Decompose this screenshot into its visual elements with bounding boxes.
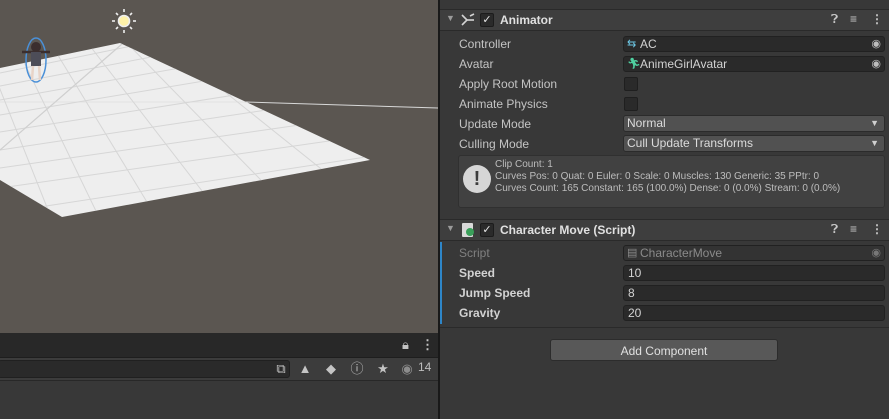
character-move-header[interactable]: ▼ ✓ Character Move (Script) ❓︎ ≡ ⋮: [440, 219, 889, 241]
favorite-icon[interactable]: ★: [374, 360, 392, 378]
presets-icon[interactable]: ≡: [850, 12, 857, 26]
scene-canvas[interactable]: [0, 0, 438, 333]
script-field: ▤ CharacterMove ◉: [623, 245, 885, 261]
warning-filter-icon[interactable]: ⓘ: [348, 360, 366, 378]
component-separator: [440, 327, 889, 328]
animate-physics-checkbox[interactable]: [624, 97, 638, 111]
culling-mode-value: Cull Update Transforms: [627, 136, 754, 150]
animate-physics-label: Animate Physics: [459, 97, 548, 111]
apply-root-motion-label: Apply Root Motion: [459, 77, 558, 91]
update-mode-label: Update Mode: [459, 117, 532, 131]
bottom-panel: 🔒︎ ⋮ ⧉ ▲ ◆ ⓘ ★ ◉ 14: [0, 333, 438, 419]
filter-row: ⧉ ▲ ◆ ⓘ ★ ◉: [0, 358, 438, 380]
controller-field[interactable]: ⇆ AC ◉: [623, 36, 885, 52]
bottom-content: [0, 381, 438, 419]
animator-icon: [461, 13, 475, 26]
bottom-toolbar: 🔒︎ ⋮: [0, 333, 438, 358]
controller-value: AC: [640, 37, 657, 51]
object-picker-icon[interactable]: ◉: [871, 37, 881, 51]
animator-header[interactable]: ▼ ✓ Animator ❓︎ ≡ ⋮: [440, 9, 889, 31]
jump-speed-field[interactable]: 8: [623, 285, 885, 301]
controller-label: Controller: [459, 37, 512, 51]
apply-root-motion-checkbox[interactable]: [624, 77, 638, 91]
object-picker-icon: ◉: [871, 247, 881, 259]
speed-field[interactable]: 10: [623, 265, 885, 281]
avatar-field[interactable]: 🏃︎ AnimeGirlAvatar ◉: [623, 56, 885, 72]
scene-horizon-line: [244, 101, 438, 109]
speed-label: Speed: [459, 266, 496, 280]
animator-info-box: ! Clip Count: 1 Curves Pos: 0 Quat: 0 Eu…: [458, 155, 885, 208]
directional-light-icon[interactable]: [112, 9, 136, 33]
add-component-button[interactable]: Add Component: [550, 339, 778, 361]
scene-view[interactable]: [0, 0, 438, 333]
component-menu-icon[interactable]: ⋮: [871, 12, 883, 26]
gravity-field[interactable]: 20: [623, 305, 885, 321]
culling-mode-label: Culling Mode: [459, 137, 530, 151]
script-icon: [462, 223, 474, 237]
animator-controller-icon: ⇆: [627, 38, 637, 50]
avatar-icon: 🏃︎: [627, 58, 641, 70]
animator-title: Animator: [500, 13, 553, 27]
gravity-label: Gravity: [459, 306, 501, 320]
lock-icon[interactable]: 🔒︎: [402, 337, 409, 353]
curves-count-text: Curves Count: 165 Constant: 165 (100.0%)…: [495, 183, 841, 194]
help-icon[interactable]: ❓︎: [831, 12, 838, 27]
component-menu-icon[interactable]: ⋮: [871, 222, 883, 236]
clip-count-text: Clip Count: 1: [495, 159, 553, 170]
avatar-label: Avatar: [459, 57, 494, 71]
update-mode-value: Normal: [627, 116, 666, 130]
info-icon: !: [463, 165, 491, 193]
avatar-value: AnimeGirlAvatar: [640, 57, 728, 71]
script-value: CharacterMove: [640, 246, 723, 260]
character-move-title: Character Move (Script): [500, 223, 636, 237]
search-input[interactable]: [0, 360, 290, 378]
more-icon[interactable]: ⋮: [421, 337, 434, 353]
script-label: Script: [459, 246, 490, 260]
visible-count: 14: [418, 360, 432, 374]
scene-search-icon[interactable]: ⧉: [272, 360, 290, 378]
foldout-arrow-icon[interactable]: ▼: [446, 223, 455, 233]
object-picker-icon[interactable]: ◉: [871, 57, 881, 71]
chevron-down-icon: ▼: [870, 118, 879, 128]
inspector-panel: ▼ ✓ Animator ❓︎ ≡ ⋮ Controller ⇆ AC ◉ Av…: [440, 0, 889, 419]
presets-icon[interactable]: ≡: [850, 222, 857, 236]
modified-indicator: [440, 242, 442, 324]
update-mode-dropdown[interactable]: Normal ▼: [623, 115, 885, 132]
jump-speed-label: Jump Speed: [459, 286, 531, 300]
chevron-down-icon: ▼: [870, 138, 879, 148]
type-filter-icon[interactable]: ▲: [296, 360, 314, 378]
ground-plane: [0, 43, 370, 217]
help-icon[interactable]: ❓︎: [831, 222, 838, 237]
curves-pos-text: Curves Pos: 0 Quat: 0 Euler: 0 Scale: 0 …: [495, 171, 820, 182]
animator-enabled-checkbox[interactable]: ✓: [480, 13, 494, 27]
character-move-enabled-checkbox[interactable]: ✓: [480, 223, 494, 237]
culling-mode-dropdown[interactable]: Cull Update Transforms ▼: [623, 135, 885, 152]
label-filter-icon[interactable]: ◆: [322, 360, 340, 378]
visibility-icon[interactable]: ◉: [398, 360, 416, 378]
foldout-arrow-icon[interactable]: ▼: [446, 13, 455, 23]
cs-script-icon: ▤: [627, 247, 638, 259]
